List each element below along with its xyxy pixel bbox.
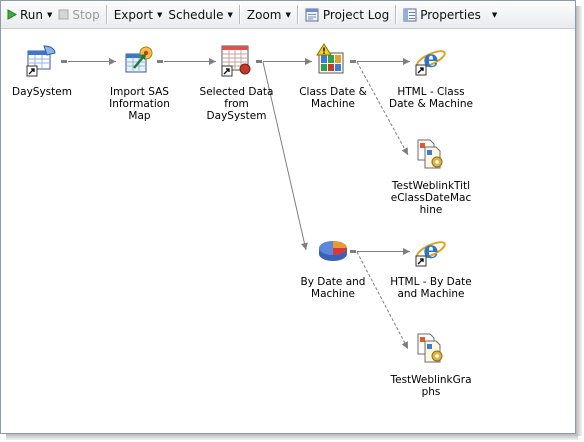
node-label-html-by-date: HTML - By Date and Machine	[390, 276, 472, 300]
process-flow-canvas[interactable]: DaySystem Import SAS Information Map Sel…	[2, 29, 575, 433]
properties-button[interactable]: Properties ▼	[400, 4, 500, 25]
node-label-class-date: Class Date & Machine	[299, 86, 367, 110]
connector-import-to-selected[interactable]	[157, 58, 216, 65]
properties-icon	[403, 8, 417, 21]
project-log-button[interactable]: Project Log	[302, 4, 392, 25]
window-shadow-bottom	[6, 434, 578, 440]
export-dropdown-icon[interactable]: ▼	[157, 11, 162, 19]
run-icon	[7, 9, 17, 20]
toolbar-separator	[105, 5, 108, 24]
query-table-shortcut-icon[interactable]	[220, 44, 254, 78]
zoom-label: Zoom	[246, 7, 282, 22]
toolbar-separator	[296, 5, 299, 24]
schedule-label: Schedule	[168, 7, 224, 22]
internet-explorer-icon[interactable]: e	[414, 234, 448, 268]
document-gear-icon[interactable]	[414, 138, 448, 172]
stop-icon	[58, 9, 69, 20]
export-button[interactable]: Export ▼	[111, 4, 166, 25]
warning-chart-icon[interactable]	[316, 43, 350, 77]
zoom-button[interactable]: Zoom ▼	[244, 4, 294, 25]
zoom-dropdown-icon[interactable]: ▼	[286, 11, 291, 19]
run-label: Run	[20, 7, 44, 22]
schedule-dropdown-icon[interactable]: ▼	[228, 11, 233, 19]
data-table-shortcut-icon[interactable]	[25, 44, 59, 78]
connector-bydate-to-weblink[interactable]	[356, 251, 409, 350]
connector-selected-to-classdate[interactable]	[256, 58, 312, 65]
connector-layer	[61, 58, 410, 350]
node-label-weblink-title: TestWeblinkTitl eClassDateMac hine	[390, 180, 472, 216]
connector-daysystem-to-import[interactable]	[61, 58, 116, 65]
properties-label: Properties	[420, 7, 481, 22]
toolbar-separator	[395, 5, 398, 24]
window-shadow-right	[576, 6, 582, 436]
toolbar-separator	[238, 5, 241, 24]
node-label-import-sas: Import SAS Information Map	[109, 86, 170, 122]
connector-classdate-to-html[interactable]	[350, 58, 410, 65]
node-label-selected-data: Selected Data from DaySystem	[199, 86, 274, 122]
node-label-daysystem: DaySystem	[12, 86, 72, 98]
project-log-label: Project Log	[322, 7, 390, 22]
node-label-html-class: HTML - Class Date & Machine	[389, 86, 473, 110]
properties-dropdown-icon[interactable]: ▼	[492, 11, 497, 19]
connector-bydate-to-html[interactable]	[350, 248, 410, 255]
process-flow-toolbar: Run ▼ Stop Export ▼ Schedule ▼ Zoom ▼ Pr…	[1, 1, 575, 29]
document-gear-icon[interactable]	[414, 332, 448, 366]
project-log-icon	[305, 8, 319, 21]
import-information-map-icon[interactable]	[122, 44, 156, 78]
stop-button[interactable]: Stop	[55, 4, 102, 25]
run-dropdown-icon[interactable]: ▼	[47, 11, 52, 19]
process-flow-window: Run ▼ Stop Export ▼ Schedule ▼ Zoom ▼ Pr…	[0, 0, 576, 434]
stop-label: Stop	[72, 7, 100, 22]
export-label: Export	[113, 7, 153, 22]
schedule-button[interactable]: Schedule ▼	[165, 4, 236, 25]
node-label-weblink-graphs: TestWeblinkGra phs	[390, 374, 472, 398]
run-button[interactable]: Run ▼	[4, 4, 55, 25]
pie-chart-icon[interactable]	[316, 234, 350, 268]
internet-explorer-icon[interactable]: e	[414, 43, 448, 77]
node-label-by-date: By Date and Machine	[300, 276, 366, 300]
